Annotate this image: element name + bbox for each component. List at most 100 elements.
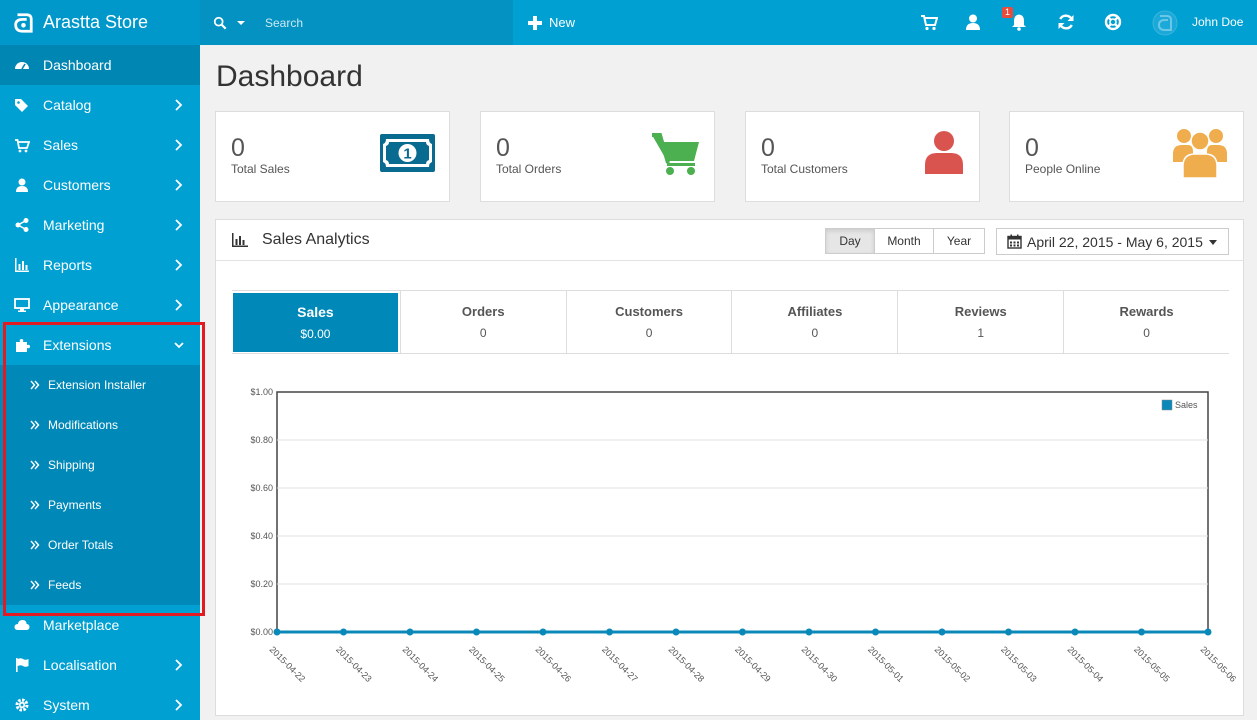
submenu-item-label: Extension Installer: [48, 378, 147, 392]
extensions-submenu: Extension Installer Modifications Shippi…: [0, 365, 200, 605]
tab-label: Rewards: [1119, 304, 1174, 319]
sidebar-item-label: Customers: [43, 177, 111, 193]
x-tick-label: 2015-04-28: [667, 644, 707, 684]
y-tick-label: $0.40: [250, 531, 273, 541]
tags-icon: [15, 99, 28, 112]
tab-rewards[interactable]: Rewards 0: [1063, 291, 1229, 353]
user-name[interactable]: John Doe: [1192, 15, 1243, 29]
sidebar-item-label: Localisation: [43, 657, 117, 673]
submenu-item-extension-installer[interactable]: Extension Installer: [0, 365, 200, 405]
stat-value: 0: [1025, 134, 1039, 162]
refresh-icon[interactable]: [1057, 13, 1075, 31]
chevron-right-icon: [175, 299, 183, 311]
tab-value: 0: [811, 326, 819, 340]
tab-affiliates[interactable]: Affiliates 0: [731, 291, 897, 353]
stat-label: Total Sales: [231, 162, 290, 176]
double-chevron-right-icon: [30, 420, 40, 430]
y-tick-label: $0.80: [250, 435, 273, 445]
new-button-label: New: [549, 15, 576, 30]
svg-text:1: 1: [403, 146, 411, 163]
stat-label: People Online: [1025, 162, 1101, 176]
user-icon[interactable]: [964, 13, 982, 31]
date-range-picker[interactable]: April 22, 2015 - May 6, 2015: [996, 228, 1229, 255]
cloud-icon: [14, 620, 30, 630]
double-chevron-right-icon: [30, 580, 40, 590]
sidebar-item-dashboard[interactable]: Dashboard: [0, 45, 200, 85]
lifebuoy-icon[interactable]: [1104, 13, 1122, 31]
y-tick-label: $0.60: [250, 483, 273, 493]
chevron-right-icon: [175, 139, 183, 151]
sidebar-item-label: Marketplace: [43, 617, 120, 633]
sidebar-item-customers[interactable]: Customers: [0, 165, 200, 205]
range-month-button[interactable]: Month: [874, 228, 934, 254]
avatar[interactable]: [1152, 10, 1178, 36]
sales-analytics-panel: Sales Analytics Day Month Year April 22,…: [215, 219, 1244, 716]
sidebar-item-system[interactable]: System: [0, 685, 200, 720]
tab-value: 1: [977, 326, 985, 340]
notification-badge: 1: [1002, 7, 1014, 18]
submenu-item-payments[interactable]: Payments: [0, 485, 200, 525]
stat-card-total-sales[interactable]: 0 Total Sales 1: [215, 111, 450, 202]
y-tick-label: $1.00: [250, 387, 273, 397]
x-tick-label: 2015-04-26: [534, 644, 574, 684]
x-tick-label: 2015-04-30: [800, 644, 840, 684]
sidebar-item-marketplace[interactable]: Marketplace: [0, 605, 200, 645]
range-year-button[interactable]: Year: [933, 228, 985, 254]
stat-card-total-customers[interactable]: 0 Total Customers: [745, 111, 980, 202]
tab-value: 0: [1143, 326, 1150, 340]
chevron-right-icon: [175, 99, 183, 111]
sidebar-item-extensions[interactable]: Extensions: [0, 325, 200, 365]
tab-reviews[interactable]: Reviews 1: [897, 291, 1063, 353]
sidebar-item-localisation[interactable]: Localisation: [0, 645, 200, 685]
tab-sales[interactable]: Sales $0.00: [233, 293, 398, 352]
double-chevron-right-icon: [30, 460, 40, 470]
tab-orders[interactable]: Orders 0: [399, 291, 566, 353]
puzzle-icon: [16, 339, 30, 352]
stat-card-total-orders[interactable]: 0 Total Orders: [480, 111, 715, 202]
legend-swatch: [1161, 399, 1173, 411]
arastta-logo-icon: [14, 12, 33, 33]
double-chevron-right-icon: [30, 540, 40, 550]
submenu-item-shipping[interactable]: Shipping: [0, 445, 200, 485]
brand[interactable]: Arastta Store: [0, 0, 200, 45]
submenu-item-feeds[interactable]: Feeds: [0, 565, 200, 605]
sidebar-item-appearance[interactable]: Appearance: [0, 285, 200, 325]
search-input[interactable]: [265, 15, 485, 30]
sidebar-item-sales[interactable]: Sales: [0, 125, 200, 165]
submenu-item-modifications[interactable]: Modifications: [0, 405, 200, 445]
dashboard-icon: [15, 62, 29, 70]
tab-value: 0: [479, 326, 487, 340]
range-day-button[interactable]: Day: [825, 228, 875, 254]
stat-value: 0: [231, 134, 245, 162]
sidebar-item-reports[interactable]: Reports: [0, 245, 200, 285]
x-tick-label: 2015-04-25: [467, 644, 507, 684]
x-tick-label: 2015-05-06: [1199, 644, 1239, 684]
new-button[interactable]: New: [528, 0, 575, 45]
cart-icon[interactable]: [920, 13, 938, 31]
data-point: [473, 628, 480, 636]
users-icon: [1173, 129, 1227, 178]
date-range-text: April 22, 2015 - May 6, 2015: [1027, 233, 1203, 250]
data-point: [938, 628, 946, 636]
search-icon[interactable]: [213, 16, 227, 30]
x-tick-label: 2015-04-22: [268, 644, 308, 684]
sidebar-item-catalog[interactable]: Catalog: [0, 85, 200, 125]
chevron-right-icon: [175, 219, 183, 231]
data-point: [872, 628, 879, 636]
x-tick-label: 2015-04-23: [334, 644, 374, 684]
plot-area: [276, 391, 1209, 633]
x-tick-label: 2015-05-02: [933, 644, 973, 684]
stat-card-people-online[interactable]: 0 People Online: [1009, 111, 1244, 202]
submenu-item-order-totals[interactable]: Order Totals: [0, 525, 200, 565]
calendar-icon: [1007, 234, 1022, 249]
sidebar-item-marketing[interactable]: Marketing: [0, 205, 200, 245]
plus-icon: [528, 15, 542, 30]
money-icon: 1: [380, 134, 435, 172]
tab-label: Sales: [297, 304, 334, 320]
tab-customers[interactable]: Customers 0: [565, 291, 732, 353]
bar-chart-icon: [15, 258, 29, 272]
chevron-down-icon[interactable]: [237, 19, 245, 27]
x-tick-label: 2015-05-05: [1132, 644, 1172, 684]
double-chevron-right-icon: [30, 500, 40, 510]
stat-label: Total Customers: [761, 162, 848, 176]
